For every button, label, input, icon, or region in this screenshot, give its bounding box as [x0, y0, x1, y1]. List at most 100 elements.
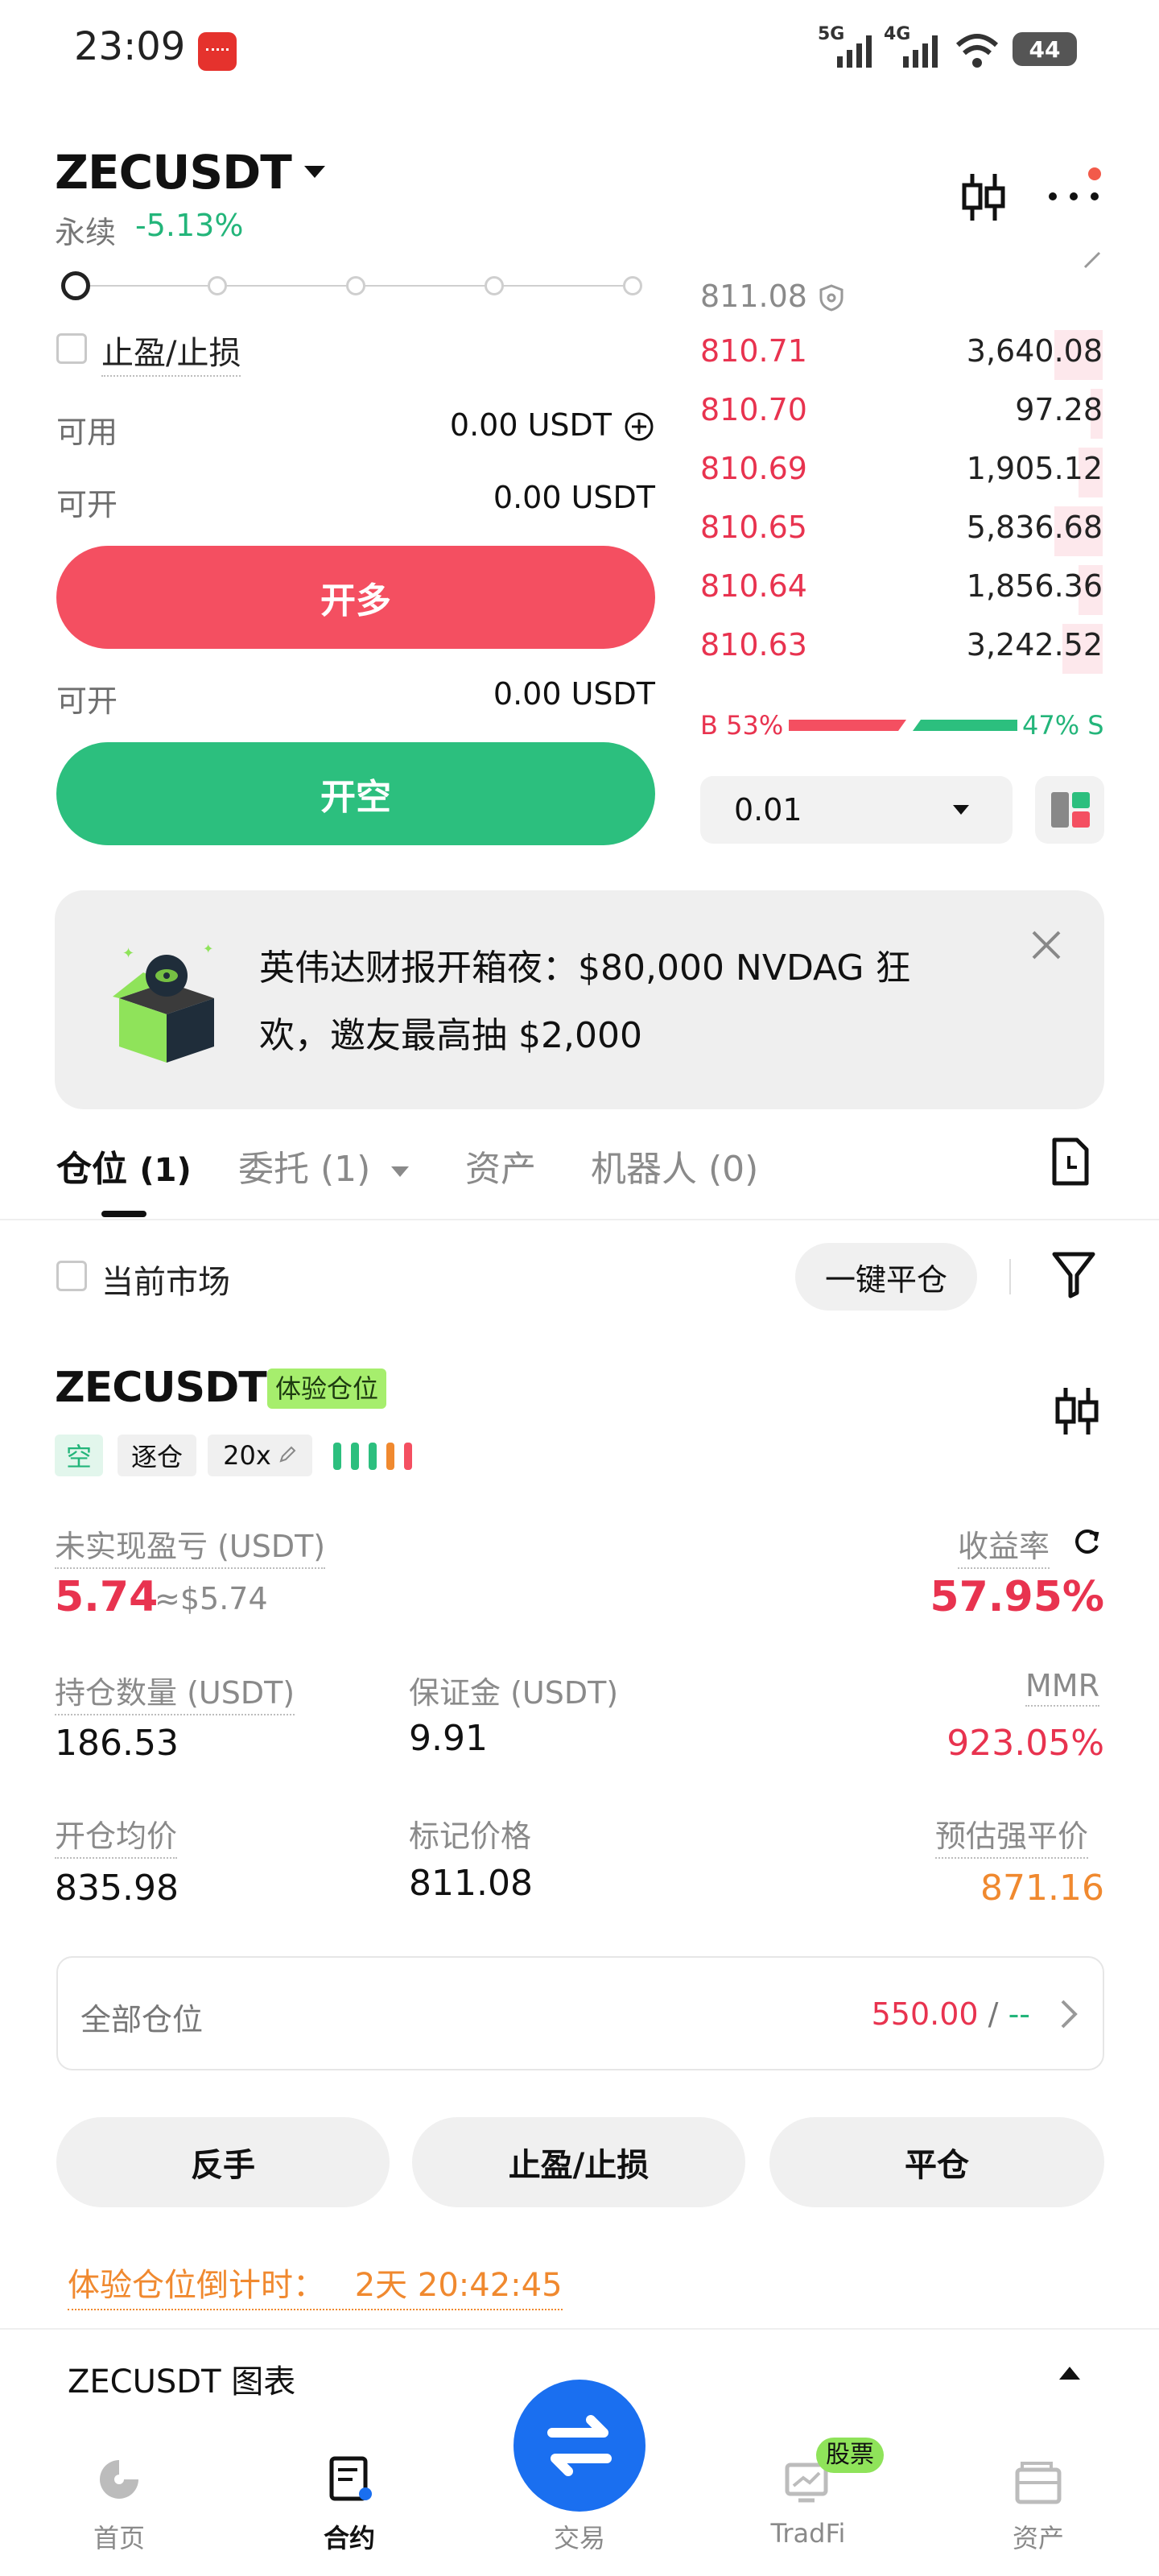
edit-pencil-icon [278, 1440, 297, 1471]
chart-bar-label[interactable]: ZECUSDT 图表 [68, 2355, 295, 2402]
nav-futures[interactable]: 合约 [269, 2455, 430, 2560]
close-position-button[interactable]: 平仓 [769, 2117, 1104, 2207]
size-label: 持仓数量 (USDT) [55, 1668, 295, 1715]
mark-price-label: 标记价格 [409, 1818, 532, 1854]
open-short-button[interactable]: 开空 [56, 742, 655, 845]
side-badge: 空 [55, 1435, 103, 1476]
close-all-button[interactable]: 一键平仓 [795, 1243, 977, 1311]
can-open-label: 可开 [56, 683, 118, 719]
slider-knob[interactable] [61, 271, 90, 300]
candlestick-chart-icon[interactable] [1053, 1385, 1099, 1438]
history-document-icon[interactable] [1050, 1137, 1091, 1188]
reverse-button[interactable]: 反手 [56, 2117, 390, 2207]
leverage-value: 20x [223, 1440, 271, 1471]
order-book-ask-row[interactable]: 810.69 1,905.12 [700, 443, 1103, 497]
tab-assets[interactable]: 资产 [465, 1140, 536, 1191]
ask-quantity: 3,640.08 [966, 333, 1103, 369]
signal-4g-icon: 4G [884, 24, 950, 69]
battery-icon: 44 [1013, 32, 1077, 66]
chevron-right-icon [1059, 1998, 1079, 2033]
mmr-label: MMR [1025, 1668, 1099, 1707]
chevron-up-icon[interactable] [1059, 2367, 1080, 2380]
sell-ratio-bar [913, 720, 1017, 731]
precision-select[interactable]: 0.01 [700, 776, 1013, 844]
nav-assets[interactable]: 资产 [958, 2455, 1119, 2560]
futures-icon [327, 2455, 375, 2507]
wifi-icon [955, 31, 1000, 69]
available-label: 可用 [56, 415, 118, 450]
tab-positions[interactable]: 仓位 (1) [56, 1140, 192, 1191]
signal-5g-icon: 5G [818, 24, 884, 69]
divider [0, 1219, 1159, 1220]
battery-level: 44 [1029, 35, 1061, 63]
book-layout-icon[interactable] [1035, 776, 1104, 844]
slider-tick[interactable] [208, 276, 227, 295]
home-icon [95, 2455, 143, 2507]
tpsl-button[interactable]: 止盈/止损 [412, 2117, 745, 2207]
margin-value: 9.91 [409, 1718, 488, 1759]
banner-text-line2: 欢，邀友最高抽 $2,000 [259, 1015, 642, 1056]
position-symbol[interactable]: ZECUSDT [55, 1364, 267, 1412]
ask-quantity: 1,905.12 [966, 451, 1103, 486]
ask-price: 810.70 [700, 392, 807, 427]
roe-label: 收益率 [958, 1521, 1050, 1569]
tab-active-indicator [101, 1211, 146, 1217]
all-positions-label: 全部仓位 [80, 2002, 204, 2037]
nav-tradfi-label: TradFi [770, 2518, 846, 2549]
current-market-label[interactable]: 当前市场 [101, 1256, 230, 1302]
price-change: -5.13% [135, 208, 244, 243]
nav-home[interactable]: 首页 [39, 2455, 200, 2560]
chevron-down-icon[interactable] [304, 166, 325, 178]
ask-price: 810.65 [700, 510, 807, 545]
trade-swap-icon [514, 2380, 645, 2512]
liquidation-price-value: 871.16 [980, 1868, 1104, 1909]
wallet-icon [1014, 2460, 1062, 2508]
nav-assets-label: 资产 [1012, 2523, 1064, 2553]
current-market-checkbox[interactable] [56, 1261, 87, 1291]
leverage-badge[interactable]: 20x [208, 1435, 312, 1476]
roe-value: 57.95% [930, 1573, 1104, 1621]
tpsl-checkbox[interactable] [56, 333, 87, 364]
order-book-ask-row[interactable]: 810.70 97.28 [700, 384, 1103, 439]
close-icon[interactable] [1029, 927, 1064, 963]
nav-tradfi[interactable]: 股票 TradFi [728, 2438, 889, 2560]
all-positions-row[interactable]: 全部仓位 550.00 / -- [56, 1956, 1104, 2070]
order-book-ask-row[interactable]: 810.71 3,640.08 [700, 325, 1103, 380]
pair-title[interactable]: ZECUSDT [55, 145, 292, 200]
status-time: 23:09 [74, 24, 186, 69]
tab-orders[interactable]: 委托 (1) [238, 1140, 410, 1191]
trial-position-badge: 体验仓位 [267, 1368, 387, 1409]
available-value: 0.00 USDT [449, 407, 612, 443]
mark-price-value: 811.08 [409, 1863, 533, 1904]
nav-trade[interactable]: 交易 [496, 2380, 663, 2560]
order-book-ask-row[interactable]: 810.65 5,836.68 [700, 502, 1103, 556]
trial-countdown: 体验仓位倒计时： 2天 20:42:45 [68, 2259, 563, 2310]
ratio-bar [789, 720, 1017, 731]
slider-tick[interactable] [485, 276, 504, 295]
all-positions-separator: / [978, 1996, 1008, 2032]
shield-icon [818, 283, 845, 312]
margin-mode-badge: 逐仓 [118, 1435, 196, 1476]
contract-type-label: 永续 [55, 215, 117, 250]
slider-tick[interactable] [346, 276, 365, 295]
buy-ratio: B 53% [700, 710, 784, 741]
nav-trade-label: 交易 [553, 2523, 605, 2553]
unrealized-pnl-label: 未实现盈亏 (USDT) [55, 1521, 326, 1569]
slider-tick[interactable] [623, 276, 642, 295]
order-book-ask-row[interactable]: 810.63 3,242.52 [700, 619, 1103, 674]
order-book-ask-row[interactable]: 810.64 1,856.36 [700, 560, 1103, 615]
add-circle-icon[interactable] [623, 411, 655, 443]
candlestick-chart-icon[interactable] [959, 171, 1006, 224]
ask-quantity: 5,836.68 [966, 510, 1103, 545]
filter-icon[interactable] [1051, 1249, 1096, 1299]
open-long-button[interactable]: 开多 [56, 546, 655, 649]
tpsl-label[interactable]: 止盈/止损 [101, 327, 241, 377]
margin-label: 保证金 (USDT) [409, 1675, 619, 1711]
resize-handle-icon [1082, 250, 1104, 270]
countdown-value: 2天 20:42:45 [354, 2267, 563, 2304]
tab-bots[interactable]: 机器人 (0) [591, 1140, 758, 1191]
risk-level-indicator [333, 1443, 417, 1470]
more-menu-icon[interactable] [1046, 161, 1104, 209]
can-open-label: 可开 [56, 487, 118, 522]
refresh-icon[interactable] [1070, 1526, 1103, 1558]
